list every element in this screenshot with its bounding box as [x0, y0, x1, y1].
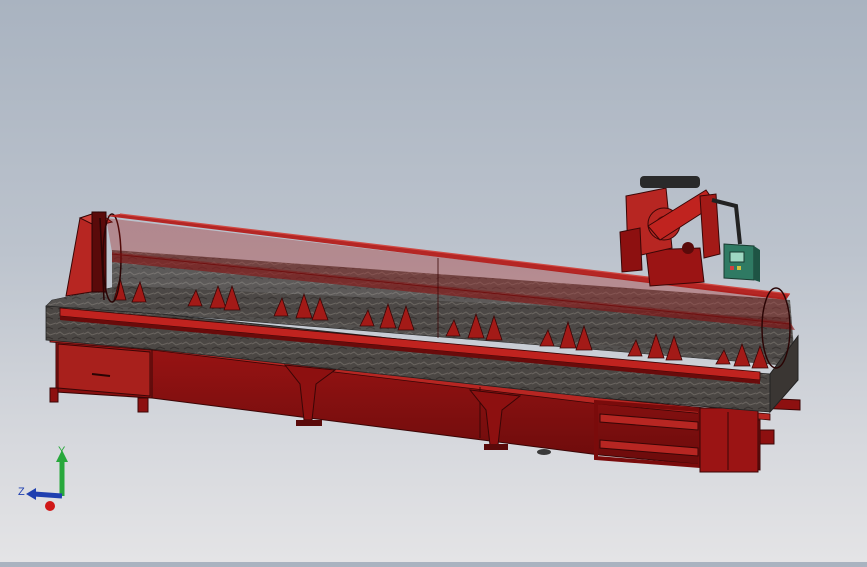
robot-arm: [619, 176, 742, 287]
z-axis-line: [33, 491, 63, 499]
x-axis-dot-icon: [45, 501, 55, 511]
model-render: [45, 176, 801, 473]
view-triad: Y Z: [0, 430, 90, 520]
z-axis-label: Z: [18, 486, 25, 498]
y-axis-label: Y: [58, 445, 66, 457]
hmi-panel: [723, 243, 760, 282]
z-axis-arrow-icon: [26, 488, 36, 500]
graphics-viewport[interactable]: Y Z: [0, 0, 867, 562]
